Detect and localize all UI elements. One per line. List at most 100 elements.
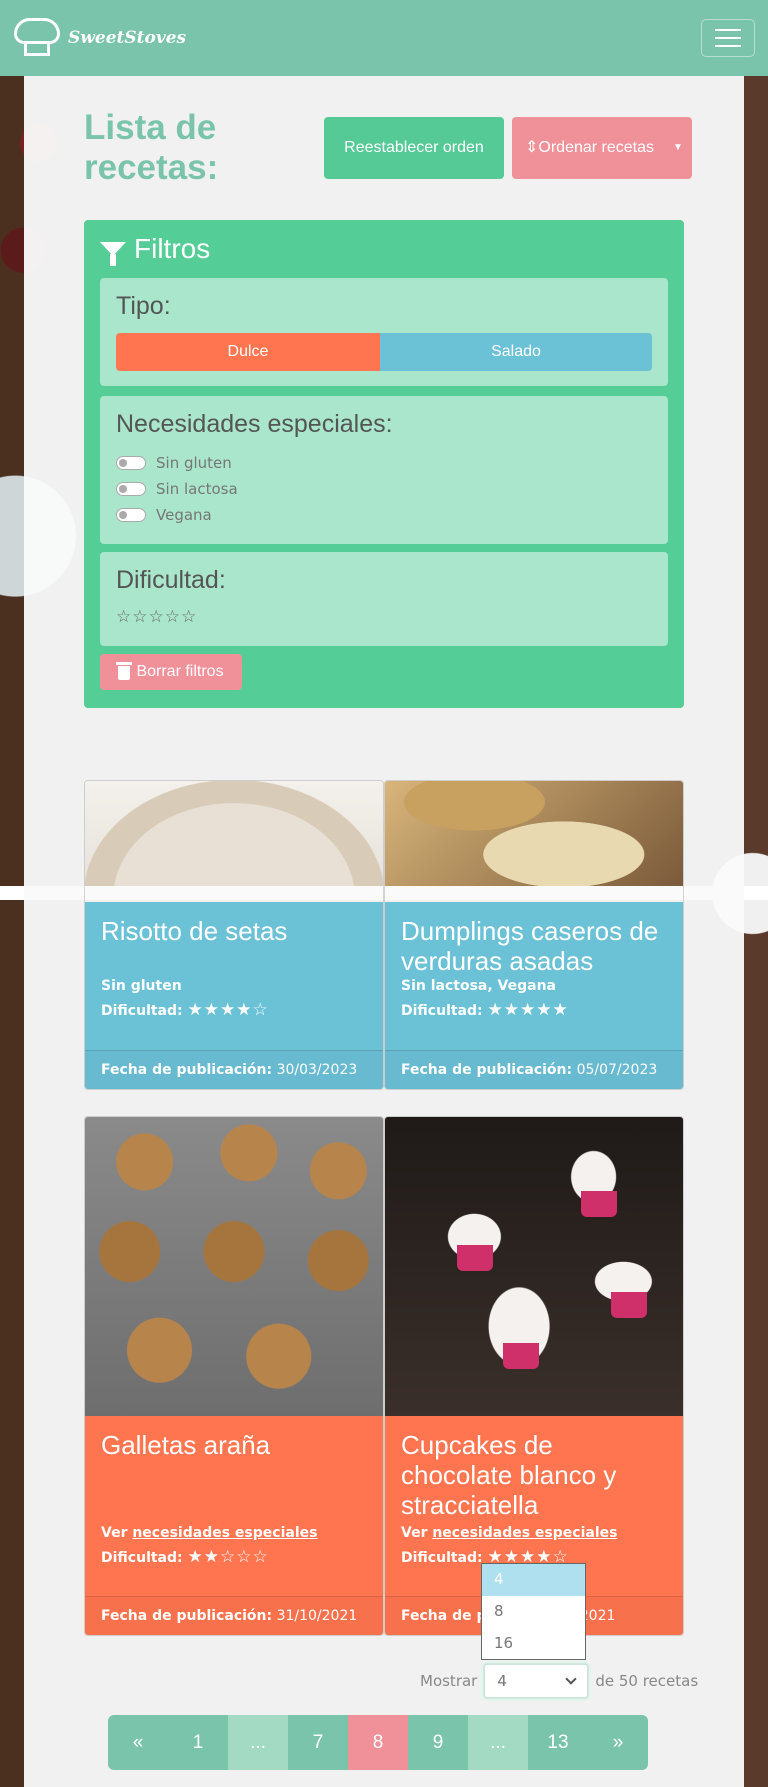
toggle-label: Vegana xyxy=(156,506,212,524)
recipe-image xyxy=(385,781,683,886)
sort-label: Ordenar recetas xyxy=(538,139,654,156)
trash-icon xyxy=(116,662,133,680)
clear-filters-button[interactable]: Borrar filtros xyxy=(100,654,242,690)
recipe-image xyxy=(85,1117,383,1416)
switch-icon xyxy=(116,508,146,522)
menu-toggle-button[interactable] xyxy=(701,19,755,57)
page-ellipsis: ... xyxy=(228,1715,288,1770)
recipe-card[interactable]: Risotto de setas Sin gluten Dificultad: … xyxy=(84,780,384,1090)
difficulty-label: Dificultad: xyxy=(101,1550,183,1566)
special-needs-filter: Necesidades especiales: Sin gluten Sin l… xyxy=(100,396,668,544)
difficulty-label: Dificultad: xyxy=(116,566,226,594)
page-link[interactable]: 7 xyxy=(288,1715,348,1770)
gluten-free-toggle[interactable]: Sin gluten xyxy=(116,454,232,472)
filters-title: Filtros xyxy=(134,233,211,264)
chevron-down-icon xyxy=(565,1673,578,1685)
page-size-control: Mostrar 4 de 50 recetas xyxy=(420,1663,698,1699)
recipe-title: Cupcakes de chocolate blanco y stracciat… xyxy=(401,1430,617,1520)
cupcake-liner xyxy=(581,1191,617,1217)
difficulty-star-rating[interactable]: ☆☆☆☆☆ xyxy=(116,607,197,627)
card-footer: Fecha de publicación: 05/07/2023 xyxy=(385,1050,683,1089)
publish-date: 05/07/2023 xyxy=(576,1062,658,1078)
recipe-card[interactable]: Galletas araña Ver necesidades especiale… xyxy=(84,1116,384,1636)
page-link-active[interactable]: 8 xyxy=(348,1715,408,1770)
dropdown-caret-icon: ▼ xyxy=(673,142,683,153)
page-size-option[interactable]: 8 xyxy=(482,1596,585,1628)
date-label: Fecha de publicación: xyxy=(401,1062,573,1078)
publish-date: 30/03/2023 xyxy=(276,1062,358,1078)
date-label: Fecha de p xyxy=(401,1608,487,1624)
navbar: SweetStoves xyxy=(0,0,768,76)
chef-hat-icon xyxy=(12,18,62,58)
recipe-meta: Sin lactosa, Vegana Dificultad: ★★★★★ xyxy=(401,974,569,1023)
hamburger-icon xyxy=(715,29,741,31)
recipe-card[interactable]: Cupcakes de chocolate blanco y stracciat… xyxy=(384,1116,684,1636)
page-ellipsis: ... xyxy=(468,1715,528,1770)
recipe-meta: Sin gluten Dificultad: ★★★★☆ xyxy=(101,974,269,1023)
total-recipes-label: de 50 recetas xyxy=(595,1672,699,1690)
filters-heading: Filtros xyxy=(100,233,211,266)
card-footer: Fecha de publicación: 30/03/2023 xyxy=(85,1050,383,1089)
needs-prefix: Ver xyxy=(401,1525,428,1541)
card-body: Dumplings caseros de verduras asadas Sin… xyxy=(385,902,683,1089)
difficulty-label: Dificultad: xyxy=(401,1003,483,1019)
page-size-option[interactable]: 4 xyxy=(482,1564,585,1596)
card-footer: Fecha de publicación: 31/10/2021 xyxy=(85,1596,383,1635)
page-link[interactable]: 13 xyxy=(528,1715,588,1770)
page-size-select[interactable]: 4 xyxy=(483,1663,590,1699)
recipe-title: Dumplings caseros de verduras asadas xyxy=(401,916,659,976)
type-filter: Tipo: Dulce Salado xyxy=(100,278,668,386)
logo[interactable]: SweetStoves xyxy=(12,18,186,58)
date-label: Fecha de publicación: xyxy=(101,1062,273,1078)
pagination: « 1 ... 7 8 9 ... 13 » xyxy=(108,1715,648,1770)
type-sweet-button[interactable]: Dulce xyxy=(116,333,380,371)
toggle-label: Sin lactosa xyxy=(156,480,238,498)
page-size-dropdown: 4 8 16 xyxy=(481,1563,586,1660)
switch-icon xyxy=(116,456,146,470)
difficulty-label: Dificultad: xyxy=(101,1003,183,1019)
cupcake-liner xyxy=(457,1245,493,1271)
filters-panel: Filtros Tipo: Dulce Salado Necesidades e… xyxy=(84,220,684,708)
card-body: Galletas araña Ver necesidades especiale… xyxy=(85,1416,383,1635)
page-link[interactable]: 1 xyxy=(168,1715,228,1770)
recipe-needs: Sin gluten xyxy=(101,978,182,994)
page-next[interactable]: » xyxy=(588,1715,648,1770)
recipe-meta: Ver necesidades especiales Dificultad: ★… xyxy=(101,1521,317,1570)
brand-name: SweetStoves xyxy=(68,28,187,48)
page-link[interactable]: 9 xyxy=(408,1715,468,1770)
sort-recipes-button[interactable]: ⇕Ordenar recetas ▼ xyxy=(512,117,692,179)
special-needs-label: Necesidades especiales: xyxy=(116,410,393,438)
needs-prefix: Ver xyxy=(101,1525,128,1541)
difficulty-stars: ★★★★★ xyxy=(487,1000,569,1020)
special-needs-link[interactable]: necesidades especiales xyxy=(432,1525,617,1541)
filter-icon xyxy=(100,242,126,266)
clear-filters-label: Borrar filtros xyxy=(136,663,224,680)
recipe-title: Galletas araña xyxy=(101,1430,271,1460)
sort-icon: ⇕ xyxy=(524,139,539,156)
recipe-image xyxy=(385,1117,683,1416)
reset-order-button[interactable]: Reestablecer orden xyxy=(324,117,504,179)
publish-date: 31/10/2021 xyxy=(276,1608,358,1624)
card-body: Risotto de setas Sin gluten Dificultad: … xyxy=(85,902,383,1089)
show-label: Mostrar xyxy=(420,1672,478,1690)
special-needs-link[interactable]: necesidades especiales xyxy=(132,1525,317,1541)
type-toggle: Dulce Salado xyxy=(116,333,652,371)
type-savory-button[interactable]: Salado xyxy=(380,333,652,371)
page-size-option[interactable]: 16 xyxy=(482,1628,585,1660)
vegan-toggle[interactable]: Vegana xyxy=(116,506,212,524)
cupcake-liner xyxy=(503,1343,539,1369)
cupcake-liner xyxy=(611,1292,647,1318)
recipe-needs: Sin lactosa, Vegana xyxy=(401,978,556,994)
difficulty-label: Dificultad: xyxy=(401,1550,483,1566)
recipe-title: Risotto de setas xyxy=(101,916,288,946)
lactose-free-toggle[interactable]: Sin lactosa xyxy=(116,480,238,498)
difficulty-filter: Dificultad: ☆☆☆☆☆ xyxy=(100,552,668,646)
recipe-image xyxy=(85,781,383,886)
difficulty-stars: ★★☆☆☆ xyxy=(187,1547,269,1567)
type-label: Tipo: xyxy=(116,292,171,320)
page-size-value: 4 xyxy=(497,1672,507,1690)
recipe-card[interactable]: Dumplings caseros de verduras asadas Sin… xyxy=(384,780,684,1090)
page-title: Lista de recetas: xyxy=(84,108,219,187)
toggle-label: Sin gluten xyxy=(156,454,232,472)
page-prev[interactable]: « xyxy=(108,1715,168,1770)
